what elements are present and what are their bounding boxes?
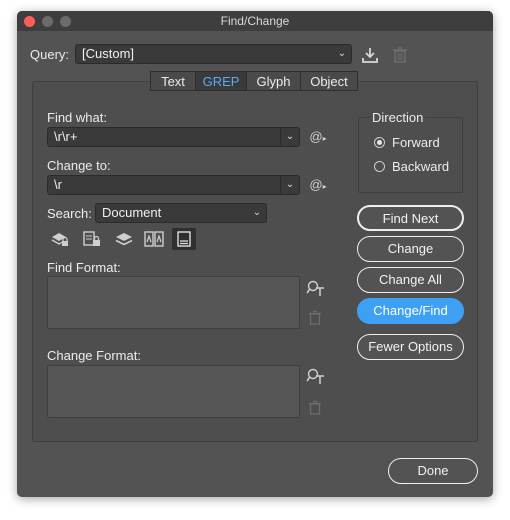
tab-object[interactable]: Object [300, 71, 358, 91]
find-format-label: Find Format: [47, 260, 121, 275]
direction-backward-label[interactable]: Backward [392, 159, 449, 174]
change-to-label: Change to: [47, 158, 111, 173]
direction-forward-radio[interactable] [374, 137, 385, 148]
save-query-icon[interactable] [360, 46, 380, 64]
chevron-down-icon: ⌄ [252, 207, 262, 218]
window-title: Find/Change [220, 14, 290, 28]
change-format-box[interactable] [47, 365, 300, 418]
search-label: Search: [47, 206, 92, 221]
find-what-label: Find what: [47, 110, 107, 125]
special-characters-find-icon[interactable]: @▸ [307, 129, 329, 147]
delete-query-icon [392, 46, 408, 64]
tab-text[interactable]: Text [150, 71, 196, 91]
query-dropdown[interactable]: [Custom] ⌄ [75, 44, 352, 64]
tab-glyph[interactable]: Glyph [246, 71, 301, 91]
change-to-history-chevron-icon[interactable]: ⌄ [280, 176, 299, 194]
direction-backward-radio[interactable] [374, 161, 385, 172]
minimize-window-button[interactable] [42, 16, 53, 27]
clear-find-format-icon [308, 310, 322, 326]
direction-label: Direction [370, 110, 426, 125]
change-to-value: \r [54, 177, 62, 192]
done-button[interactable]: Done [388, 458, 478, 484]
find-change-dialog: Find/Change Query: [Custom] ⌄ Text GREP … [17, 11, 493, 497]
close-window-button[interactable] [24, 16, 35, 27]
find-what-input[interactable]: \r\r+ ⌄ [47, 127, 300, 147]
find-format-box[interactable] [47, 276, 300, 329]
specify-find-format-icon[interactable] [306, 279, 326, 297]
clear-change-format-icon [308, 400, 322, 416]
chevron-down-icon: ⌄ [337, 48, 347, 59]
change-button[interactable]: Change [357, 236, 464, 262]
include-footnotes-icon[interactable] [172, 228, 196, 250]
include-hidden-layers-icon[interactable] [114, 230, 134, 248]
direction-forward-label[interactable]: Forward [392, 135, 440, 150]
find-what-value: \r\r+ [54, 129, 78, 144]
search-scope-dropdown[interactable]: Document ⌄ [95, 203, 267, 223]
specify-change-format-icon[interactable] [306, 367, 326, 385]
zoom-window-button[interactable] [60, 16, 71, 27]
include-locked-layers-icon[interactable] [50, 230, 70, 248]
change-all-button[interactable]: Change All [357, 267, 464, 293]
find-what-history-chevron-icon[interactable]: ⌄ [280, 128, 299, 146]
tab-grep[interactable]: GREP [195, 71, 247, 91]
change-to-input[interactable]: \r ⌄ [47, 175, 300, 195]
search-scope-value: Document [102, 205, 162, 220]
change-find-button[interactable]: Change/Find [357, 298, 464, 324]
query-value: [Custom] [82, 46, 135, 61]
fewer-options-button[interactable]: Fewer Options [357, 334, 464, 360]
include-locked-stories-icon[interactable] [82, 230, 102, 248]
include-master-pages-icon[interactable] [143, 230, 165, 248]
direction-group [358, 117, 463, 193]
find-next-button[interactable]: Find Next [357, 205, 464, 231]
query-label: Query: [30, 47, 70, 62]
change-format-label: Change Format: [47, 348, 141, 363]
special-characters-change-icon[interactable]: @▸ [307, 177, 329, 195]
